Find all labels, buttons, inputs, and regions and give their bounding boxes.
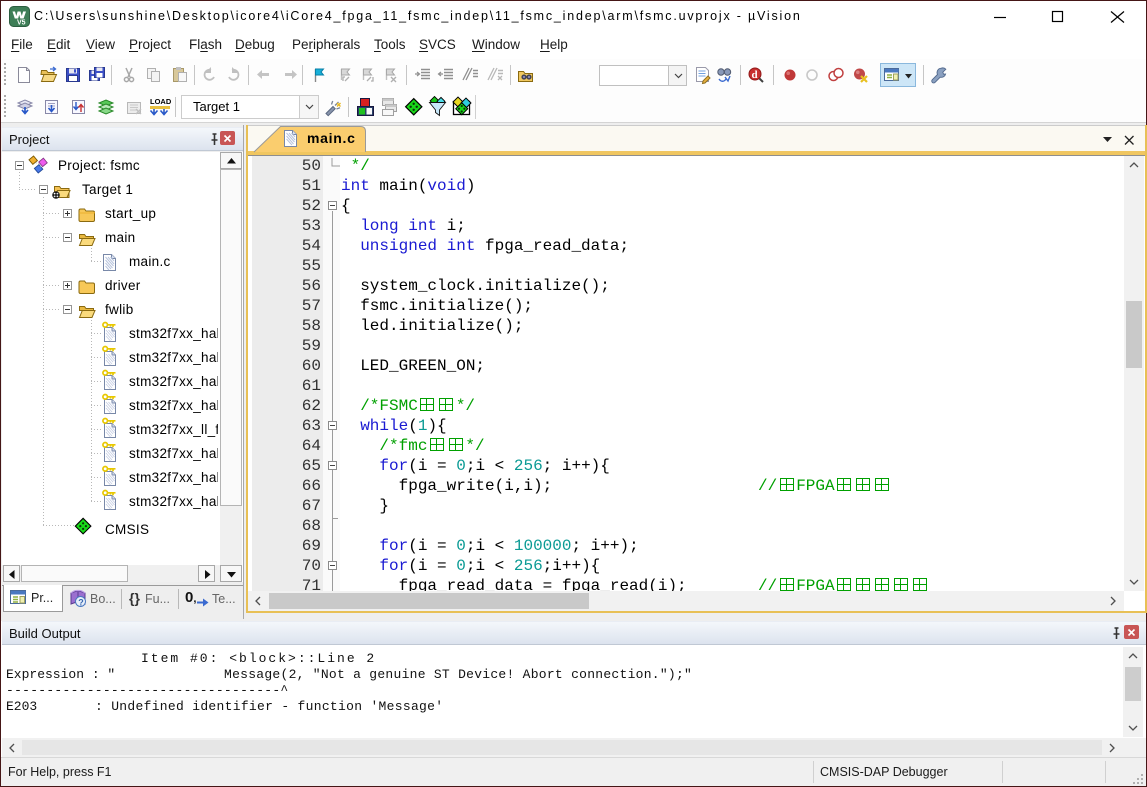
svg-text:?: ? — [78, 598, 84, 608]
svg-text:LOAD: LOAD — [150, 97, 172, 106]
svg-text:V5: V5 — [17, 20, 26, 27]
svg-text:d: d — [752, 69, 758, 81]
